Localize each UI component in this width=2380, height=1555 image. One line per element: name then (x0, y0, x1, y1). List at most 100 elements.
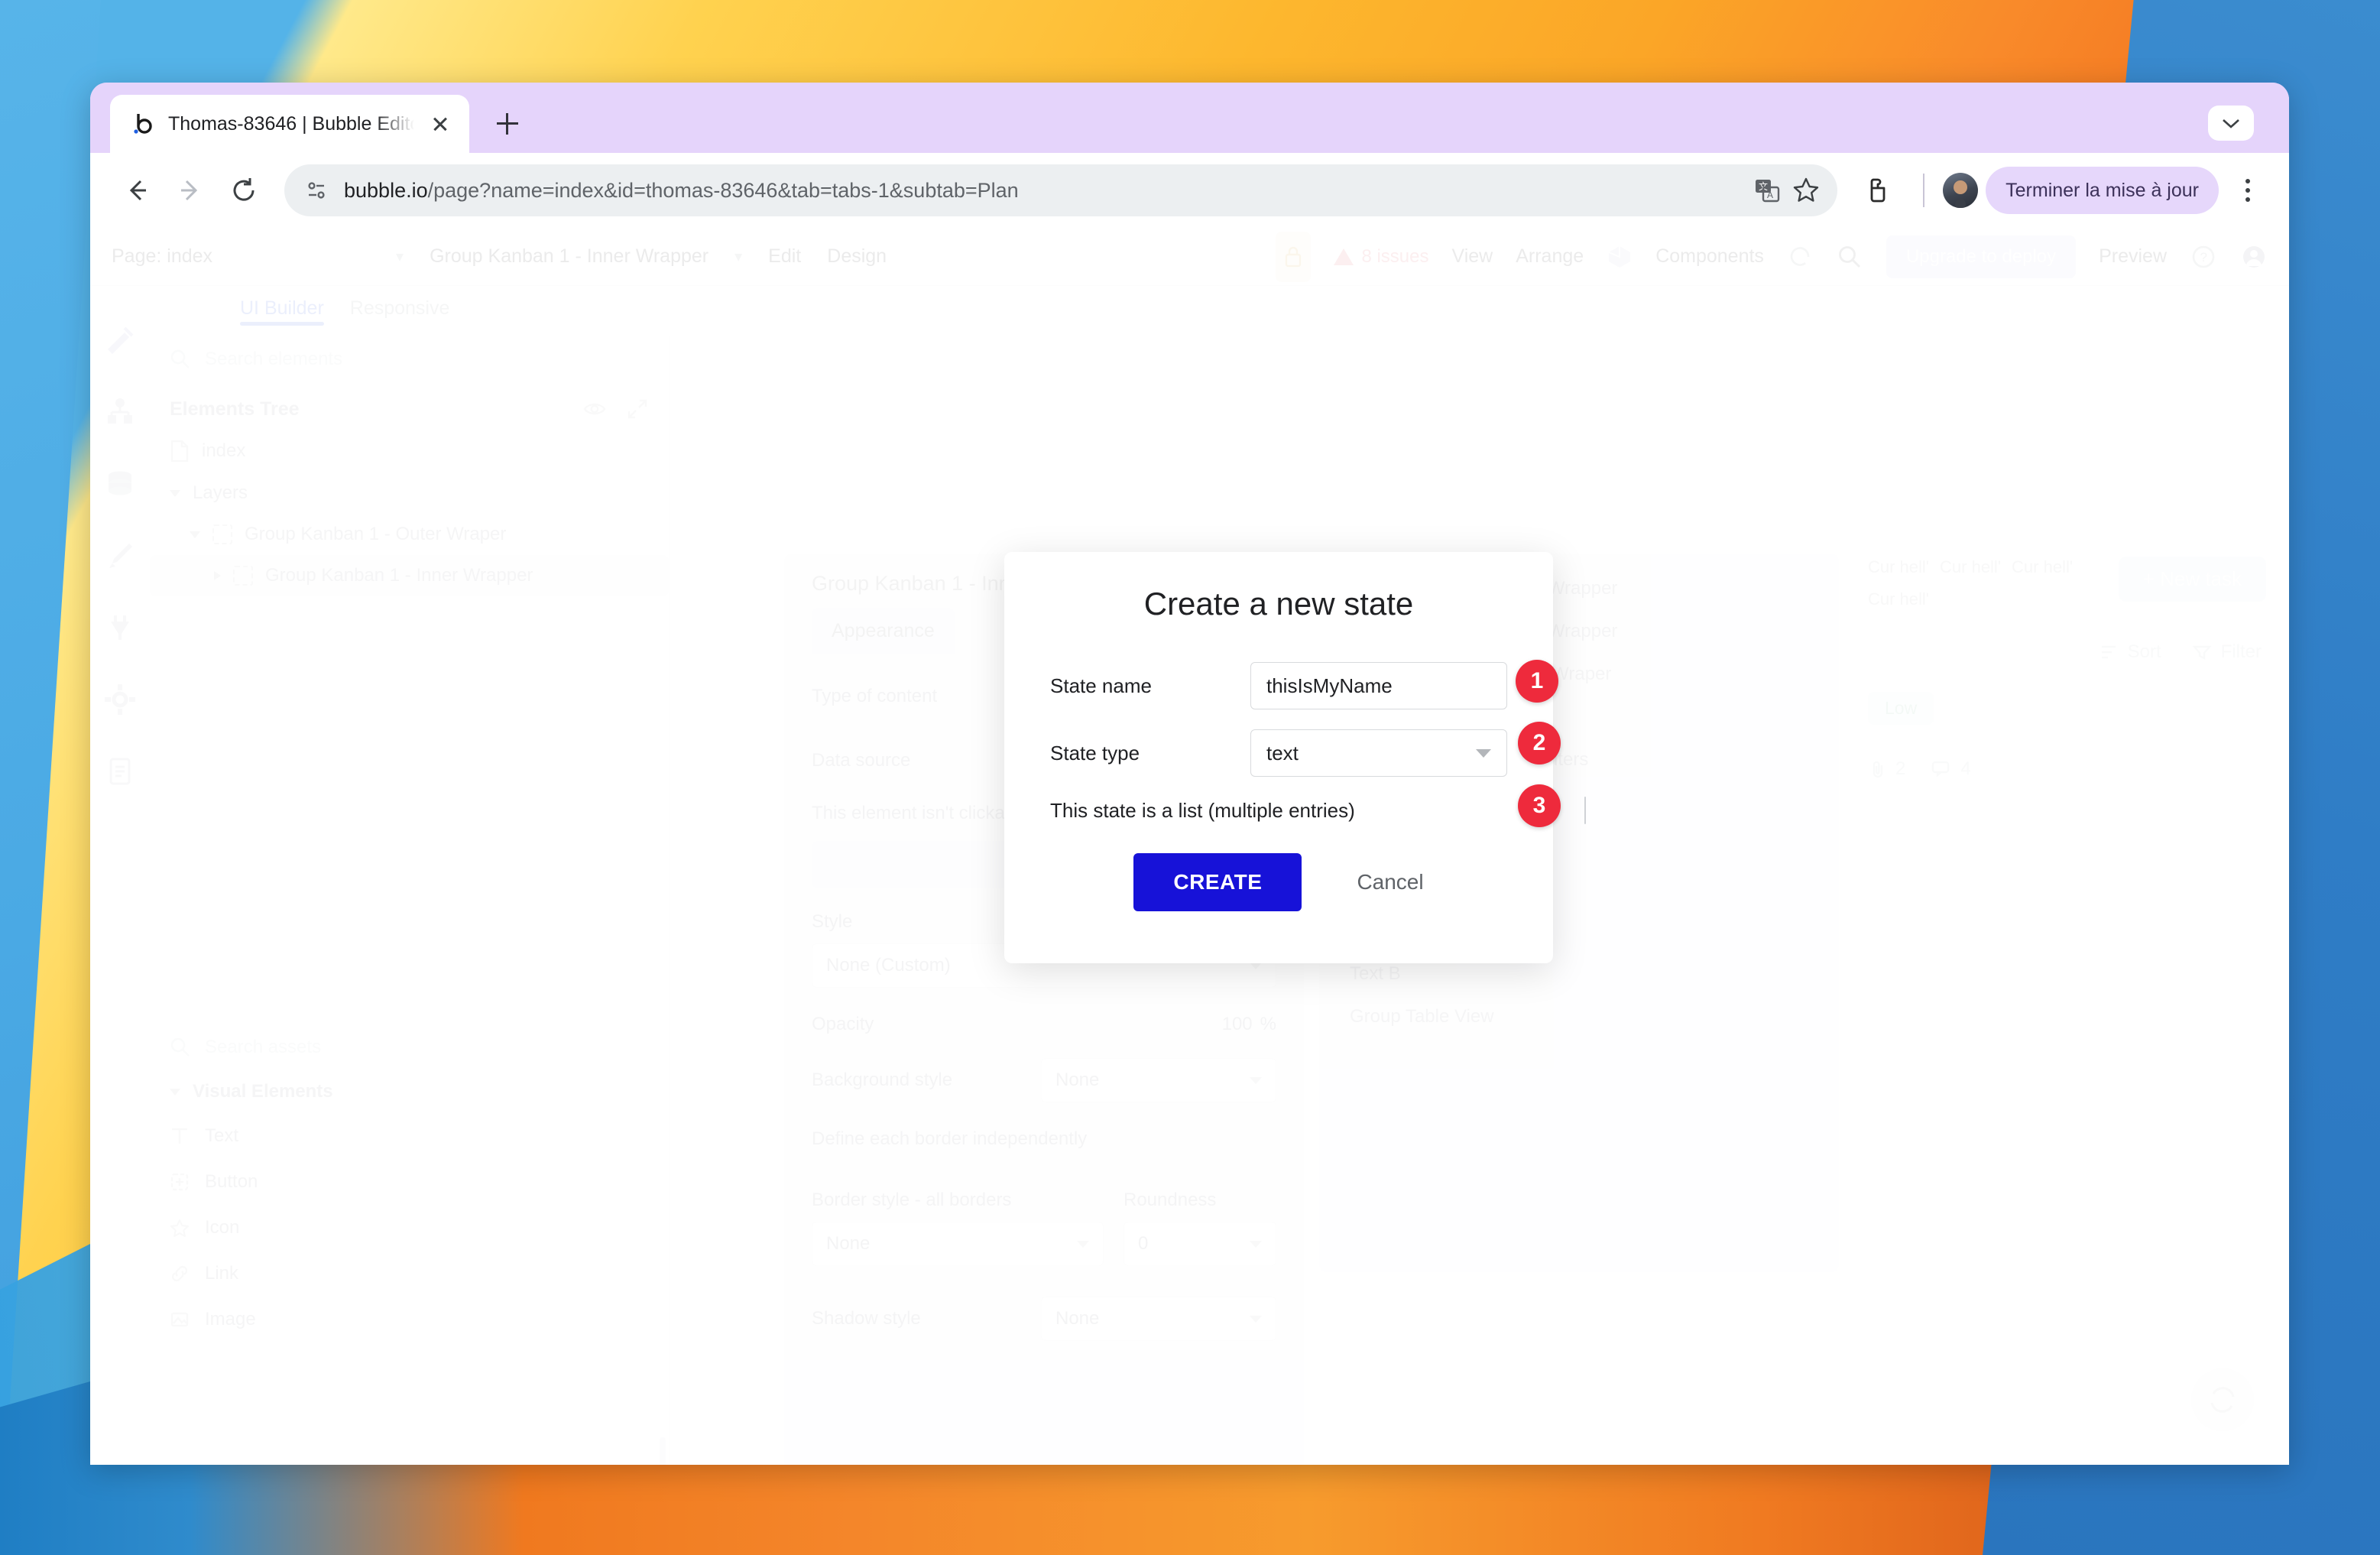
warning-triangle-icon (1334, 248, 1354, 265)
roundness-input[interactable]: 0 (1124, 1222, 1276, 1266)
design-label[interactable]: Design (827, 245, 887, 268)
tree-item-outer-wrapper[interactable]: Group Kanban 1 - Outer Wraper (150, 514, 669, 555)
address-bar[interactable]: bubble.io/page?name=index&id=thomas-8364… (284, 164, 1837, 216)
breadcrumb-element[interactable]: Group Kanban 1 - Inner Wrapper (430, 245, 708, 268)
dashed-box-icon (212, 524, 232, 544)
chevron-down-icon[interactable] (2208, 106, 2254, 141)
plus-icon: + (2143, 567, 2155, 590)
cancel-button[interactable]: Cancel (1357, 870, 1423, 894)
arrange-menu[interactable]: Arrange (1516, 245, 1584, 268)
profile-avatar[interactable] (1943, 173, 1978, 208)
undo-icon[interactable] (1787, 244, 1813, 270)
sort-button[interactable]: Sort (2099, 641, 2161, 663)
panel-scrollbar[interactable] (660, 1437, 666, 1465)
upgrade-to-deploy-button[interactable]: Upgrade to deploy (1886, 235, 2076, 278)
issues-indicator[interactable]: 8 issues (1334, 246, 1428, 268)
state-name-input[interactable]: thisIsMyName (1250, 662, 1507, 709)
expand-arrows-icon[interactable] (626, 398, 649, 420)
eye-icon[interactable] (583, 398, 606, 420)
state-type-select[interactable]: text (1250, 729, 1507, 777)
kebab-menu-icon[interactable] (2226, 167, 2269, 214)
extensions-puzzle-icon[interactable] (1851, 164, 1905, 217)
canvas-column-label: Cur hell' (1940, 557, 2001, 578)
chevron-down-icon (1250, 1316, 1262, 1323)
opacity-unit: % (1260, 1014, 1276, 1035)
components-menu[interactable]: Components (1655, 245, 1764, 268)
palette-item-text[interactable]: Text (150, 1113, 669, 1159)
shadow-style-value: None (1055, 1308, 1099, 1329)
styles-brush-icon[interactable] (102, 538, 138, 573)
view-menu[interactable]: View (1451, 245, 1493, 268)
page-label: Page: index (112, 245, 212, 268)
search-assets-input[interactable]: Search assets (150, 1024, 669, 1070)
arrow-back-icon[interactable] (110, 164, 164, 217)
svg-text:?: ? (2200, 250, 2207, 265)
browser-tab[interactable]: Thomas-83646 | Bubble Edito (110, 95, 469, 153)
border-style-select[interactable]: None (812, 1222, 1104, 1266)
tab-responsive[interactable]: Responsive (350, 297, 450, 326)
palette-item-icon[interactable]: Icon (150, 1205, 669, 1251)
prop-background-style[interactable]: Background style None (812, 1058, 1276, 1102)
palette-item-button[interactable]: Button (150, 1159, 669, 1205)
define-borders-label[interactable]: Define each border independently (812, 1128, 1276, 1150)
edit-label[interactable]: Edit (768, 245, 801, 268)
background-style-select[interactable]: None (1041, 1058, 1276, 1102)
translate-icon[interactable]: 文 A (1753, 177, 1781, 204)
task-card-meta: 2 4 (1845, 739, 2289, 800)
is-list-checkbox[interactable] (1584, 797, 1586, 824)
comment-icon (1931, 759, 1953, 779)
chevron-right-icon[interactable] (214, 571, 221, 580)
palette-item-label: Image (205, 1309, 256, 1330)
tree-item-inner-wrapper[interactable]: Group Kanban 1 - Inner Wrapper (150, 555, 669, 596)
state-type-value: text (1266, 742, 1299, 765)
plugins-icon[interactable] (102, 610, 138, 645)
background-style-value: None (1055, 1070, 1099, 1091)
new-task-button[interactable]: + New task (2119, 557, 2266, 602)
list-item[interactable]: Group Table View (1319, 995, 1839, 1038)
app-topbar: Page: index ▾ Group Kanban 1 - Inner Wra… (90, 228, 2289, 286)
star-icon[interactable] (1791, 176, 1821, 205)
chevron-down-icon (1250, 1241, 1262, 1248)
filter-button[interactable]: Filter (2192, 641, 2262, 663)
palette-item-image[interactable]: Image (150, 1297, 669, 1342)
visual-elements-label: Visual Elements (193, 1081, 333, 1102)
palette-item-link[interactable]: Link (150, 1251, 669, 1297)
chevron-down-icon[interactable] (170, 490, 180, 497)
visual-elements-header[interactable]: Visual Elements (150, 1070, 669, 1113)
lock-icon[interactable] (1276, 232, 1311, 282)
shadow-style-select[interactable]: None (1041, 1297, 1276, 1341)
reload-icon[interactable] (217, 164, 271, 217)
arrow-forward-icon[interactable] (164, 164, 217, 217)
chevron-down-icon (1250, 1077, 1262, 1084)
settings-gear-icon[interactable] (102, 682, 138, 717)
prop-shadow-style[interactable]: Shadow style None (812, 1297, 1276, 1341)
preview-button[interactable]: Preview (2099, 245, 2167, 268)
sort-filter-bar: Sort Filter (1845, 626, 2289, 678)
new-tab-button[interactable] (486, 102, 529, 145)
breadcrumb-separator-icon: ▾ (396, 247, 404, 266)
refresh-arrows-icon[interactable] (2191, 1368, 2254, 1431)
tab-ui-builder[interactable]: UI Builder (240, 297, 324, 326)
data-database-icon[interactable] (102, 466, 138, 502)
tree-item-label: Group Kanban 1 - Outer Wraper (245, 524, 506, 545)
left-icon-rail (90, 286, 150, 1465)
opacity-value[interactable]: 100 (1222, 1014, 1253, 1035)
design-pencil-ruler-icon[interactable] (102, 323, 138, 358)
update-button[interactable]: Terminer la mise à jour (1986, 167, 2219, 214)
account-icon[interactable] (2240, 243, 2268, 271)
page-info-icon[interactable] (304, 177, 330, 203)
task-card[interactable]: Low (1845, 678, 2289, 739)
svg-text:A: A (1767, 190, 1773, 200)
logs-icon[interactable] (102, 754, 138, 789)
tab-appearance[interactable]: Appearance (812, 608, 955, 654)
search-elements-input[interactable]: Search elements (150, 336, 669, 382)
tree-item-layers[interactable]: Layers (150, 472, 669, 514)
help-icon[interactable]: ? (2190, 243, 2217, 271)
chevron-down-icon[interactable] (190, 531, 200, 538)
workflow-icon[interactable] (102, 394, 138, 430)
search-icon[interactable] (1836, 243, 1863, 271)
tree-item-index[interactable]: index (150, 430, 669, 472)
close-icon[interactable] (426, 110, 454, 138)
prop-opacity[interactable]: Opacity 100 % (812, 1014, 1276, 1035)
create-button[interactable]: CREATE (1133, 853, 1302, 911)
